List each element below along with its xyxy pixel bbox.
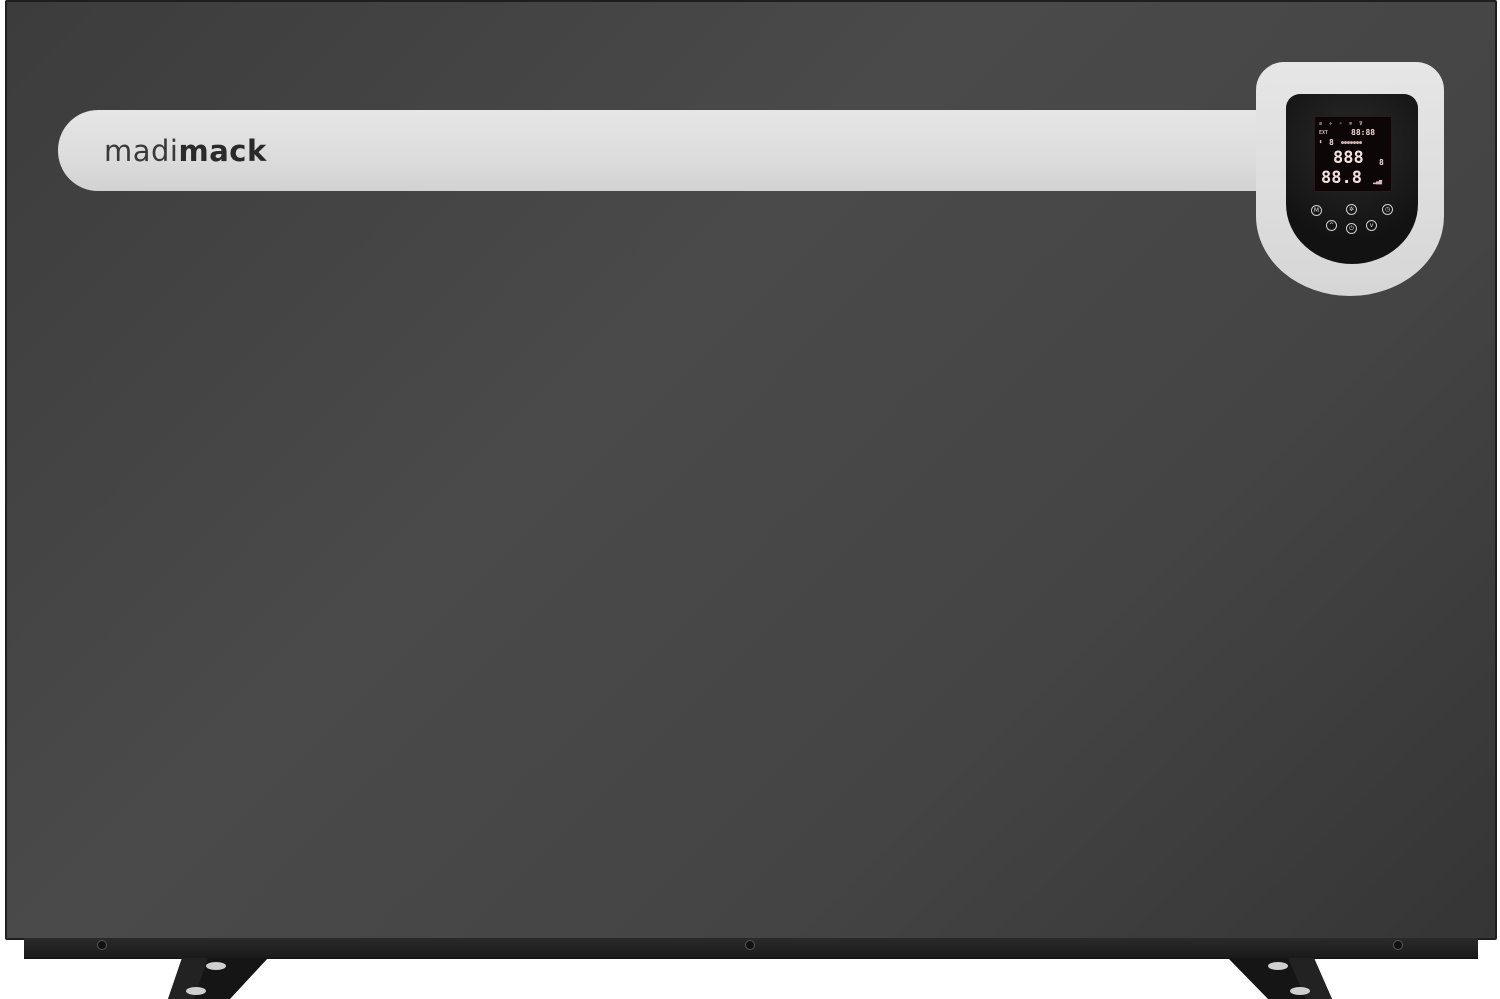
up-button[interactable]: ^ — [1326, 220, 1337, 231]
signal-icon: ▂▄▆ — [1373, 179, 1383, 185]
sun-icon: ☼ — [1339, 121, 1343, 127]
lcd-small-digit: 8 — [1329, 138, 1334, 147]
thermometer-icon: ▮ — [1319, 139, 1323, 145]
wifi-icon: ≋ — [1319, 121, 1323, 127]
brand-logo-bold: mack — [178, 134, 267, 168]
brand-logo-light: madi — [104, 134, 179, 168]
timer-button[interactable]: ◷ — [1382, 204, 1393, 215]
lcd-clock: 88:88 — [1351, 128, 1376, 137]
lcd-main-reading: 888 — [1333, 148, 1364, 168]
snow-icon: ❄ — [1349, 121, 1353, 127]
lcd-sub-reading: 88.8 — [1321, 168, 1362, 188]
fan-icon: ✣ — [1329, 121, 1333, 127]
level-icons: ●●●●●●● — [1341, 140, 1363, 146]
lcd-unit-digit: 8 — [1379, 158, 1384, 167]
lcd-display: ≋ ✣ ☼ ❄ ⊽ EXT 88:88 ▮ 8 ●●●●●●● 888 8 88… — [1314, 116, 1392, 192]
mode-button[interactable]: M — [1311, 205, 1322, 216]
screw-icon — [1393, 940, 1403, 950]
defrost-icon: ⊽ — [1359, 121, 1363, 127]
screw-icon — [745, 940, 755, 950]
power-button[interactable]: ⏻ — [1346, 223, 1357, 234]
lcd-top-label: EXT — [1319, 130, 1329, 136]
down-button[interactable]: v — [1366, 220, 1377, 231]
brand-logo: madimack — [104, 134, 267, 168]
fan-button[interactable]: ✲ — [1346, 204, 1357, 215]
screw-icon — [97, 940, 107, 950]
right-foot — [1228, 958, 1332, 999]
left-foot — [168, 958, 268, 999]
